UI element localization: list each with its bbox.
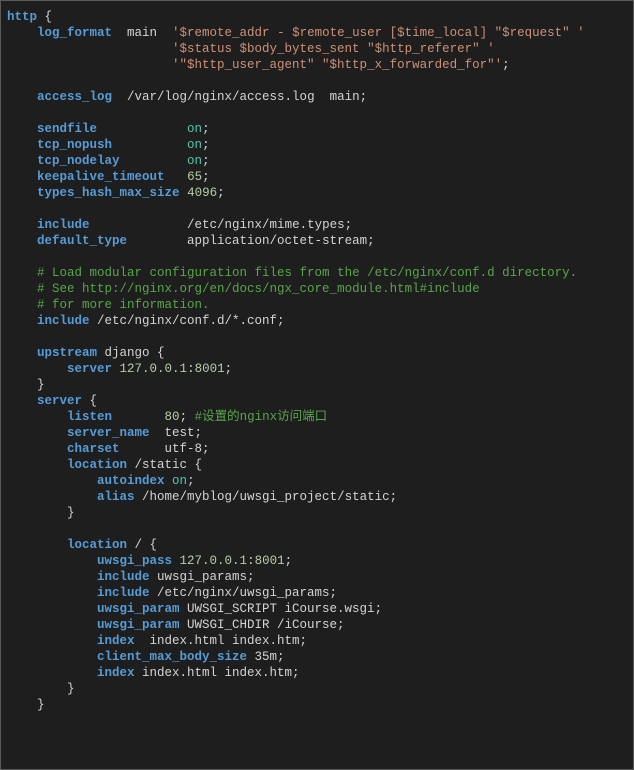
code-block: http { log_format main '$remote_addr - $…	[1, 1, 633, 721]
kw-http: http	[7, 10, 37, 24]
